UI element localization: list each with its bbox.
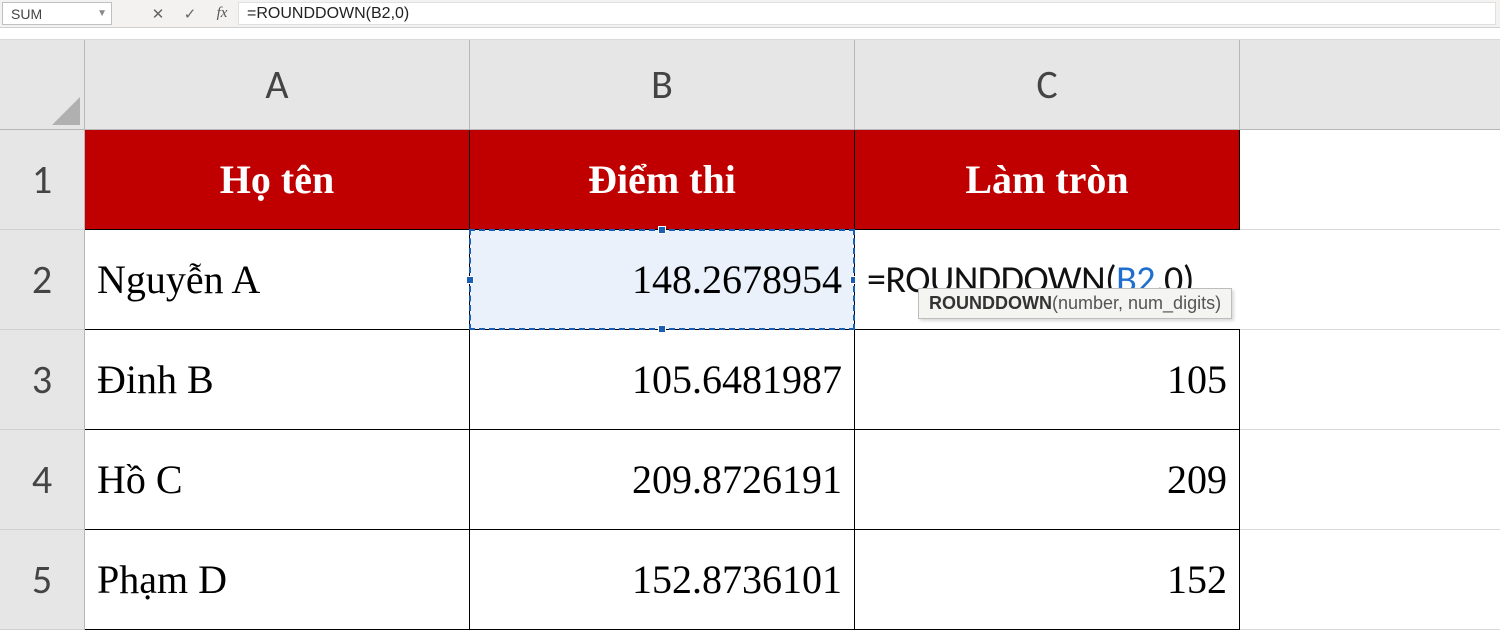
formula-text: =ROUNDDOWN(B2,0) (247, 5, 409, 23)
row-header-5[interactable]: 5 (0, 530, 85, 630)
cell-C1[interactable]: Làm tròn (855, 130, 1240, 230)
spreadsheet-grid: A B C 1 Họ tên Điểm thi Làm tròn 2 Nguyễ… (0, 40, 1500, 630)
cell-D3[interactable] (1240, 330, 1500, 430)
cell-B5[interactable]: 152.8736101 (470, 530, 855, 630)
function-tooltip: ROUNDDOWN(number, num_digits) (918, 288, 1232, 319)
cell-C5[interactable]: 152 (855, 530, 1240, 630)
name-box[interactable]: SUM ▼ (2, 2, 112, 25)
cell-B3[interactable]: 105.6481987 (470, 330, 855, 430)
cell-B2[interactable]: 148.2678954 (470, 230, 855, 330)
tooltip-args: (number, num_digits) (1052, 293, 1221, 313)
column-header-empty (1240, 40, 1500, 130)
cell-D4[interactable] (1240, 430, 1500, 530)
selection-handle-icon (466, 276, 474, 284)
cell-B1[interactable]: Điểm thi (470, 130, 855, 230)
name-box-value: SUM (11, 6, 42, 22)
tooltip-function-name: ROUNDDOWN (929, 293, 1052, 313)
row-header-1[interactable]: 1 (0, 130, 85, 230)
formula-bar-spacer (112, 0, 142, 27)
name-box-dropdown-icon[interactable]: ▼ (97, 8, 107, 19)
insert-function-icon[interactable]: fx (206, 0, 238, 27)
row-header-3[interactable]: 3 (0, 330, 85, 430)
cell-B4[interactable]: 209.8726191 (470, 430, 855, 530)
selection-handle-icon (658, 325, 666, 333)
cell-D5[interactable] (1240, 530, 1500, 630)
enter-icon[interactable]: ✓ (174, 0, 206, 27)
cell-A5[interactable]: Phạm D (85, 530, 470, 630)
cancel-icon[interactable]: ✕ (142, 0, 174, 27)
cell-D2[interactable] (1240, 230, 1500, 330)
cell-B2-value: 148.2678954 (632, 256, 842, 303)
column-header-B[interactable]: B (470, 40, 855, 130)
formula-bar: SUM ▼ ✕ ✓ fx =ROUNDDOWN(B2,0) (0, 0, 1500, 28)
cell-D1[interactable] (1240, 130, 1500, 230)
select-all-corner[interactable] (0, 40, 85, 130)
cell-A4[interactable]: Hồ C (85, 430, 470, 530)
cell-A2[interactable]: Nguyễn A (85, 230, 470, 330)
row-header-2[interactable]: 2 (0, 230, 85, 330)
column-header-C[interactable]: C (855, 40, 1240, 130)
cell-A1[interactable]: Họ tên (85, 130, 470, 230)
cell-C4[interactable]: 209 (855, 430, 1240, 530)
selection-handle-icon (658, 226, 666, 234)
cell-A3[interactable]: Đinh B (85, 330, 470, 430)
cell-C3[interactable]: 105 (855, 330, 1240, 430)
formula-input[interactable]: =ROUNDDOWN(B2,0) (238, 2, 1496, 25)
row-header-4[interactable]: 4 (0, 430, 85, 530)
spacer (0, 28, 1500, 40)
column-header-A[interactable]: A (85, 40, 470, 130)
